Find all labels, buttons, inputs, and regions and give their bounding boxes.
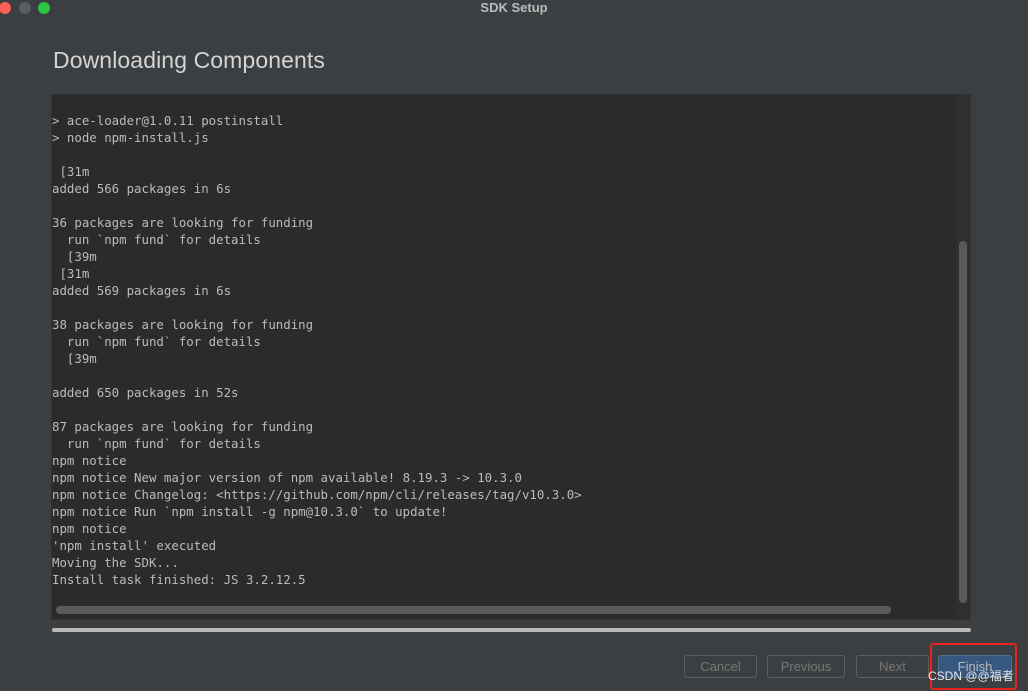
window-title: SDK Setup bbox=[480, 0, 548, 15]
log-line: > node npm-install.js bbox=[52, 130, 209, 145]
previous-button[interactable]: Previous bbox=[767, 655, 845, 678]
vertical-scrollbar[interactable] bbox=[959, 241, 967, 603]
log-line: added 650 packages in 52s bbox=[52, 385, 239, 400]
log-line: 'npm install' executed bbox=[52, 538, 217, 553]
install-log-panel[interactable]: > ace-loader@1.0.11 postinstall > node np… bbox=[51, 94, 971, 620]
log-line: Moving the SDK... bbox=[52, 555, 179, 570]
log-line: npm notice bbox=[52, 453, 127, 468]
title-bar: SDK Setup bbox=[0, 0, 1028, 16]
log-line: [39m bbox=[52, 351, 97, 366]
log-line: [39m bbox=[52, 249, 97, 264]
log-line: npm notice New major version of npm avai… bbox=[52, 470, 522, 485]
log-line: [31m bbox=[52, 266, 90, 281]
log-line: > ace-loader@1.0.11 postinstall bbox=[52, 113, 284, 128]
log-line: npm notice bbox=[52, 521, 127, 536]
download-progress-bar bbox=[52, 628, 971, 632]
log-line: run `npm fund` for details bbox=[52, 232, 261, 247]
log-line: run `npm fund` for details bbox=[52, 334, 261, 349]
log-line: Install task finished: JS 3.2.12.5 bbox=[52, 572, 306, 587]
page-heading: Downloading Components bbox=[53, 47, 325, 73]
log-line: added 566 packages in 6s bbox=[52, 181, 232, 196]
next-button[interactable]: Next bbox=[856, 655, 929, 678]
log-line: 38 packages are looking for funding bbox=[52, 317, 314, 332]
log-line: 87 packages are looking for funding bbox=[52, 419, 314, 434]
log-line: npm notice Run `npm install -g npm@10.3.… bbox=[52, 504, 448, 519]
log-line: [31m bbox=[52, 164, 90, 179]
sdk-setup-window: SDK Setup Downloading Components > ace-l… bbox=[0, 0, 1028, 691]
log-line: added 569 packages in 6s bbox=[52, 283, 232, 298]
download-progress-fill bbox=[52, 628, 971, 632]
cancel-button[interactable]: Cancel bbox=[684, 655, 757, 678]
log-line: npm notice Changelog: <https://github.co… bbox=[52, 487, 582, 502]
log-line: 36 packages are looking for funding bbox=[52, 215, 314, 230]
log-line: run `npm fund` for details bbox=[52, 436, 261, 451]
horizontal-scrollbar[interactable] bbox=[56, 606, 891, 614]
install-log-text: > ace-loader@1.0.11 postinstall > node np… bbox=[52, 112, 957, 588]
csdn-watermark: CSDN @@福者 bbox=[928, 669, 1014, 683]
